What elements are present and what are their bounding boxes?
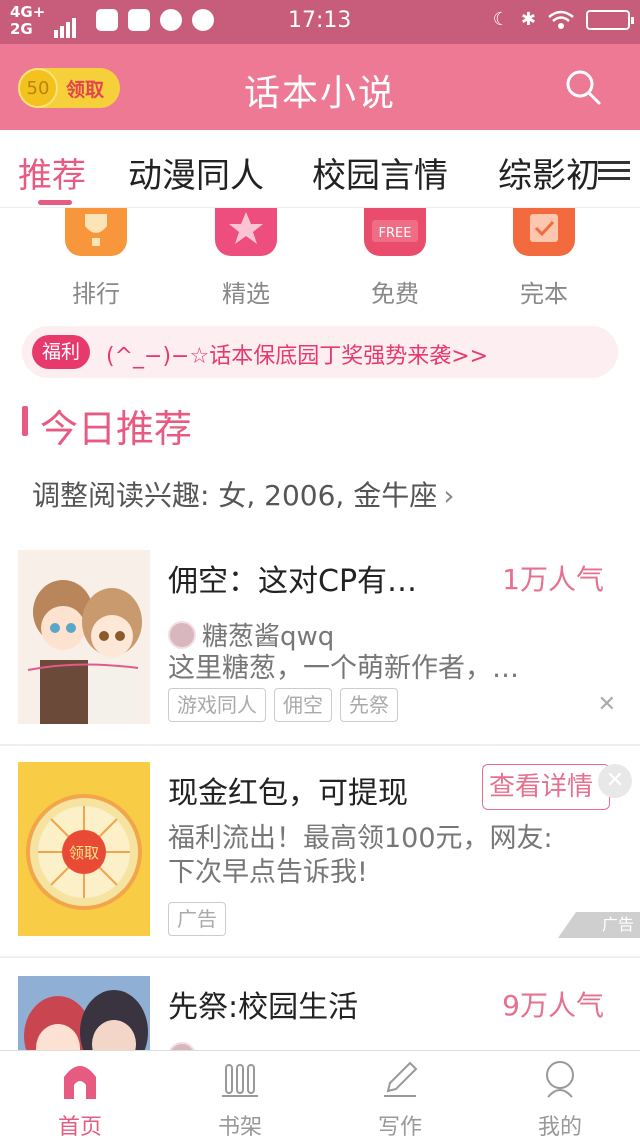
section-marker — [22, 406, 28, 436]
nav-label: 书架 — [217, 1115, 262, 1138]
battery-icon — [586, 9, 634, 30]
bottom-navigation: 首页 书架 写作 我的 — [0, 1050, 640, 1138]
network-4g-label: 4G+ — [10, 3, 46, 21]
book-title: 先祭:校园生活 — [168, 990, 359, 1025]
interest-text: 调整阅读兴趣: 女, 2006, 金牛座 — [32, 479, 438, 512]
quick-link-label: 精选 — [222, 280, 270, 308]
quick-link-free[interactable]: FREE 免费 — [345, 208, 445, 309]
book-cover — [18, 976, 150, 1050]
ad-description-line1: 福利流出！最高领100元，网友: — [168, 823, 553, 854]
nav-bookshelf[interactable]: 书架 — [180, 1059, 300, 1138]
app-screen: 4G+ 2G 17:13 ☾ ✱ 50 领取 话本小说 推荐 动漫同人 校园言情… — [0, 0, 640, 1138]
quick-link-label: 排行 — [72, 280, 120, 308]
book-popularity: 9万人气 — [502, 989, 604, 1022]
svg-text:领取: 领取 — [69, 844, 99, 862]
category-tabs: 推荐 动漫同人 校园言情 综影初 — [0, 130, 640, 208]
tab-campus-romance[interactable]: 校园言情 — [312, 148, 448, 197]
book-cover — [18, 550, 150, 724]
quick-links: 排行 精选 FREE 免费 完本 — [0, 208, 640, 308]
quick-link-label: 免费 — [371, 280, 419, 308]
nav-home[interactable]: 首页 — [20, 1059, 140, 1138]
trophy-icon — [65, 208, 127, 256]
mail-icon — [96, 9, 118, 31]
welfare-text: (^_−)−☆话本保底园丁奖强势来袭>> — [106, 344, 489, 369]
ad-tag: 广告 — [168, 902, 226, 936]
view-details-button[interactable]: 查看详情 — [482, 764, 610, 810]
quick-link-completed[interactable]: 完本 — [494, 208, 594, 309]
nav-profile[interactable]: 我的 — [500, 1059, 620, 1138]
welfare-banner[interactable]: 福利 (^_−)−☆话本保底园丁奖强势来袭>> — [22, 326, 618, 378]
book-item[interactable]: 佣空：这对CP有… 1万人气 糖葱酱qwq 这里糖葱，一个萌新作者，… 游戏同人… — [0, 548, 640, 742]
book-item[interactable]: 先祭:校园生活 9万人气 — [0, 974, 640, 1050]
book-tag[interactable]: 游戏同人 — [168, 688, 266, 722]
app-title: 话本小说 — [243, 73, 396, 114]
signal-icon — [54, 6, 76, 38]
pencil-icon — [384, 1061, 418, 1097]
app-icon — [160, 9, 182, 31]
nav-label: 首页 — [57, 1115, 102, 1138]
dismiss-icon[interactable]: ✕ — [598, 692, 616, 717]
book-popularity: 1万人气 — [502, 563, 604, 596]
network-indicator: 4G+ 2G — [10, 4, 45, 38]
nav-write[interactable]: 写作 — [340, 1059, 460, 1138]
ad-description-line2: 下次早点告诉我! — [168, 857, 368, 888]
check-icon — [513, 208, 575, 256]
quick-link-featured[interactable]: 精选 — [196, 208, 296, 309]
free-icon: FREE — [364, 208, 426, 256]
author-name: 糖葱酱qwq — [202, 622, 335, 652]
home-icon — [64, 1066, 96, 1099]
nav-label: 我的 — [537, 1115, 582, 1138]
book-tags: 游戏同人 佣空 先祭 — [168, 688, 398, 722]
avatar — [168, 1042, 196, 1050]
book-author[interactable]: 糖葱酱qwq — [168, 616, 334, 653]
quick-link-ranking[interactable]: 排行 — [46, 208, 146, 309]
divider — [0, 744, 640, 746]
close-icon[interactable]: ✕ — [598, 764, 632, 798]
book-author[interactable] — [168, 1042, 202, 1050]
clock: 17:13 — [288, 8, 352, 33]
bluetooth-icon: ✱ — [520, 9, 536, 30]
moon-icon: ☾ — [492, 9, 509, 30]
ad-item[interactable]: 领取 现金红包，可提现 查看详情 ✕ 福利流出！最高领100元，网友: 下次早点… — [0, 760, 640, 950]
wifi-icon — [548, 10, 574, 29]
nav-label: 写作 — [377, 1115, 422, 1138]
section-title: 今日推荐 — [40, 407, 193, 451]
book-title: 佣空：这对CP有… — [168, 564, 418, 599]
active-tab-indicator — [38, 200, 72, 205]
notification-icons — [96, 9, 214, 31]
bookshelf-icon — [222, 1064, 258, 1097]
divider — [0, 956, 640, 958]
ad-mark: 广告 — [558, 912, 640, 938]
tab-recommend[interactable]: 推荐 — [18, 148, 86, 197]
svg-text:FREE: FREE — [379, 226, 412, 241]
tab-anime-fanfic[interactable]: 动漫同人 — [128, 148, 264, 197]
adjust-interest-link[interactable]: 调整阅读兴趣: 女, 2006, 金牛座 › — [32, 474, 454, 514]
star-icon — [215, 208, 277, 256]
tab-film-tv[interactable]: 综影初 — [498, 148, 600, 197]
mail-icon — [128, 9, 150, 31]
chevron-right-icon: › — [443, 479, 455, 512]
status-bar: 4G+ 2G 17:13 ☾ ✱ — [0, 0, 640, 44]
book-description: 这里糖葱，一个萌新作者，… — [168, 653, 519, 684]
network-2g-label: 2G — [10, 20, 33, 38]
ad-image: 领取 — [18, 762, 150, 936]
welfare-tag: 福利 — [32, 335, 90, 369]
wechat-icon — [192, 9, 214, 31]
search-icon[interactable] — [564, 68, 602, 106]
book-tag[interactable]: 佣空 — [274, 688, 332, 722]
more-tabs-icon[interactable] — [598, 156, 630, 184]
ad-tags: 广告 — [168, 902, 226, 936]
ad-title: 现金红包，可提现 — [168, 776, 408, 811]
system-icons: ☾ ✱ — [492, 9, 634, 30]
profile-icon — [546, 1061, 574, 1098]
quick-link-label: 完本 — [520, 280, 568, 308]
avatar — [168, 620, 196, 649]
book-tag[interactable]: 先祭 — [340, 688, 398, 722]
app-header: 50 领取 话本小说 — [0, 44, 640, 130]
